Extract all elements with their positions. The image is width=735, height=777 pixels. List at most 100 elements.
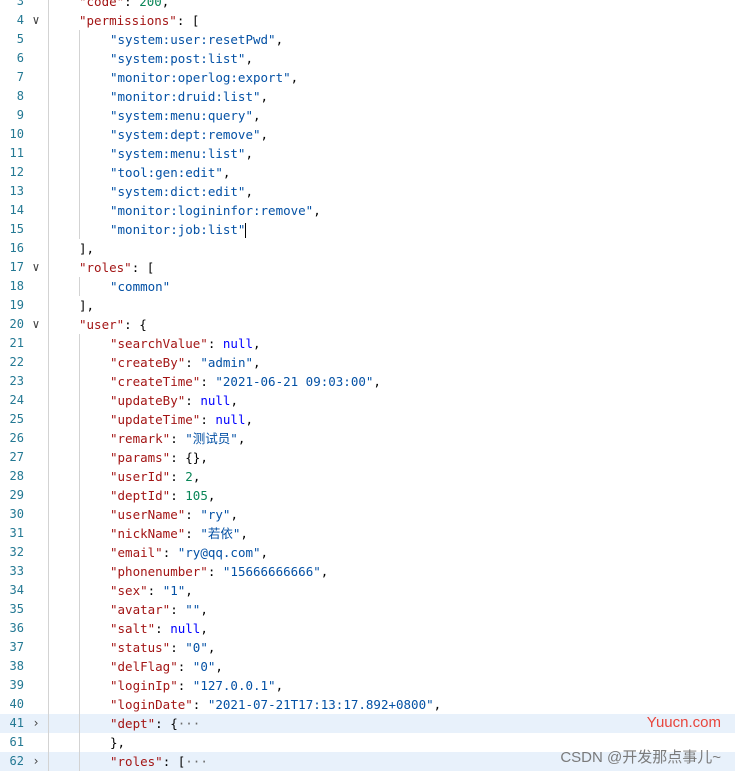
indent-guide [79,68,110,87]
indent-guide [79,163,110,182]
code-line[interactable]: 24 "updateBy": null, [0,391,735,410]
code-line[interactable]: 13 "system:dict:edit", [0,182,735,201]
fold-collapsed-icon[interactable]: › [28,752,44,771]
code-line[interactable]: 15 "monitor:job:list" [0,220,735,239]
code-line[interactable]: 33 "phonenumber": "15666666666", [0,562,735,581]
token: : [185,355,201,370]
code-line[interactable]: 14 "monitor:logininfor:remove", [0,201,735,220]
token: "2021-06-21 09:03:00" [215,374,374,389]
code-line[interactable]: 5 "system:user:resetPwd", [0,30,735,49]
code-line[interactable]: 34 "sex": "1", [0,581,735,600]
code-text: "deptId": 105, [48,486,215,505]
code-line[interactable]: 9 "system:menu:query", [0,106,735,125]
indent-guide [79,201,110,220]
token: : [200,412,216,427]
token: "ry" [200,507,231,522]
code-line[interactable]: 32 "email": "ry@qq.com", [0,543,735,562]
code-line[interactable]: 26 "remark": "测试员", [0,429,735,448]
code-text: "createTime": "2021-06-21 09:03:00", [48,372,381,391]
code-line[interactable]: 6 "system:post:list", [0,49,735,68]
code-editor[interactable]: 3 "code": 200, 4 ∨ "permissions": [5 "system:… [0,0,735,777]
code-line[interactable]: 38 "delFlag": "0", [0,657,735,676]
token: ··· [185,754,208,769]
code-line[interactable]: 27 "params": {}, [0,448,735,467]
indent-guide [79,125,110,144]
code-line[interactable]: 8 "monitor:druid:list", [0,87,735,106]
line-number: 10 [9,127,24,141]
line-number: 8 [16,89,24,103]
code-line[interactable]: 31 "nickName": "若依", [0,524,735,543]
fold-expanded-icon[interactable]: ∨ [28,315,44,334]
code-text: "params": {}, [48,448,208,467]
code-line[interactable]: 20 ∨ "user": { [0,315,735,334]
code-line[interactable]: 41 › "dept": {··· [0,714,735,733]
token: null [200,393,231,408]
token: "userName" [110,507,186,522]
code-line[interactable]: 17 ∨ "roles": [ [0,258,735,277]
code-line[interactable]: 28 "userId": 2, [0,467,735,486]
code-line[interactable]: 29 "deptId": 105, [0,486,735,505]
code-line[interactable]: 10 "system:dept:remove", [0,125,735,144]
token: , [200,621,208,636]
token: "loginIp" [110,678,178,693]
indent-guide [48,733,79,752]
line-number: 12 [9,165,24,179]
token: "avatar" [110,602,171,617]
indent-guide [79,619,110,638]
code-line[interactable]: 4 ∨ "permissions": [ [0,11,735,30]
code-line[interactable]: 37 "status": "0", [0,638,735,657]
indent-guide [79,524,110,543]
code-line[interactable]: 35 "avatar": "", [0,600,735,619]
token: "1" [162,583,186,598]
line-number: 19 [9,298,24,312]
token: "system:post:list" [110,51,246,66]
indent-guide [79,429,110,448]
code-text: "system:user:resetPwd", [48,30,283,49]
token: "status" [110,640,171,655]
indent-guide [48,106,79,125]
code-line[interactable]: 22 "createBy": "admin", [0,353,735,372]
code-line[interactable]: 18 "common" [0,277,735,296]
token: : [ [162,754,186,769]
code-line[interactable]: 39 "loginIp": "127.0.0.1", [0,676,735,695]
indent-guide [79,581,110,600]
fold-expanded-icon[interactable]: ∨ [28,258,44,277]
token: , [320,564,329,579]
code-line[interactable]: 11 "system:menu:list", [0,144,735,163]
code-text: "salt": null, [48,619,208,638]
fold-collapsed-icon[interactable]: › [28,714,44,733]
code-line[interactable]: 21 "searchValue": null, [0,334,735,353]
code-line[interactable]: 3 "code": 200, [0,0,735,11]
code-line[interactable]: 16], [0,239,735,258]
code-line[interactable]: 7 "monitor:operlog:export", [0,68,735,87]
code-line[interactable]: 36 "salt": null, [0,619,735,638]
code-text: "updateTime": null, [48,410,253,429]
code-text: "system:menu:query", [48,106,261,125]
token: , [200,602,208,617]
code-line[interactable]: 25 "updateTime": null, [0,410,735,429]
token: "若依" [200,526,241,541]
code-line[interactable]: 23 "createTime": "2021-06-21 09:03:00", [0,372,735,391]
code-text: "email": "ry@qq.com", [48,543,268,562]
indent-guide [48,0,79,11]
code-text: "loginIp": "127.0.0.1", [48,676,283,695]
line-number: 11 [9,146,24,160]
code-text: "updateBy": null, [48,391,238,410]
indent-guide [79,49,110,68]
line-number: 4 [16,13,24,27]
code-text: }, [48,733,125,752]
token: "测试员" [185,431,238,446]
indent-guide [48,695,79,714]
code-text: ], [48,296,94,315]
token: "deptId" [110,488,171,503]
code-line[interactable]: 40 "loginDate": "2021-07-21T17:13:17.892+… [0,695,735,714]
fold-expanded-icon[interactable]: ∨ [28,11,44,30]
token: , [260,127,269,142]
code-line[interactable]: 19], [0,296,735,315]
line-number: 28 [9,469,24,483]
token: "phonenumber" [110,564,208,579]
code-line[interactable]: 30 "userName": "ry", [0,505,735,524]
code-line[interactable]: 12 "tool:gen:edit", [0,163,735,182]
line-number: 6 [16,51,24,65]
token: : [192,697,208,712]
